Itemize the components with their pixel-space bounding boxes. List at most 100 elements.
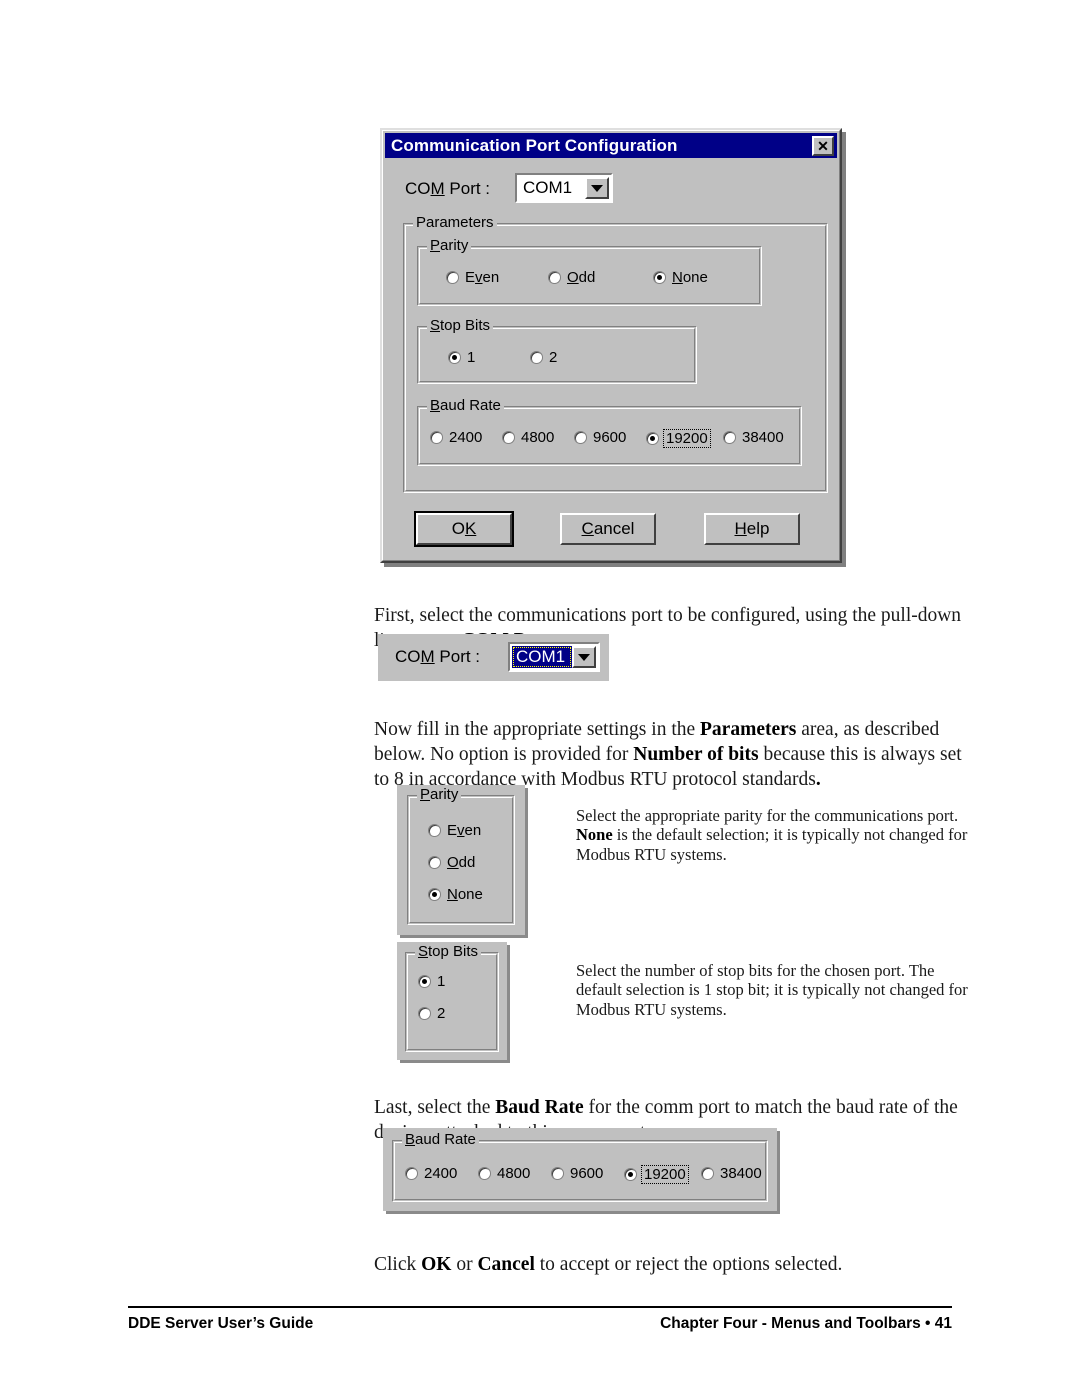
- radio-baud-19200[interactable]: 19200: [646, 429, 711, 448]
- radio-baud-4800[interactable]: 4800: [502, 429, 554, 446]
- cancel-button[interactable]: Cancel: [560, 513, 656, 545]
- radio-stopbits-1[interactable]: 1: [448, 349, 475, 366]
- radio-baud-38400-detail[interactable]: 38400: [701, 1165, 762, 1182]
- radio-parity-odd[interactable]: Odd: [548, 269, 595, 286]
- baud-rate-group-label: Baud Rate: [427, 397, 504, 414]
- radio-indicator: [430, 431, 443, 444]
- radio-parity-even[interactable]: Even: [446, 269, 499, 286]
- com-port-detail-label: COM Port :: [395, 647, 481, 666]
- radio-label: 2400: [449, 429, 483, 446]
- radio-stopbits-2-detail[interactable]: 2: [418, 1005, 445, 1022]
- radio-label: 19200: [641, 1165, 689, 1184]
- radio-indicator: [405, 1167, 418, 1180]
- parity-group: Parity Even Odd None: [417, 237, 762, 306]
- close-icon[interactable]: ✕: [812, 135, 834, 156]
- radio-baud-19200-detail[interactable]: 19200: [624, 1165, 689, 1184]
- radio-label: 1: [437, 973, 446, 990]
- stop-bits-description: Select the number of stop bits for the c…: [576, 960, 968, 1019]
- radio-label: 9600: [593, 429, 627, 446]
- radio-label: 38400: [742, 429, 784, 446]
- radio-indicator: [418, 1007, 431, 1020]
- radio-indicator: [428, 856, 441, 869]
- radio-label: 2400: [424, 1165, 458, 1182]
- com-port-detail-value: COM1: [512, 646, 572, 668]
- ok-button[interactable]: OK: [414, 511, 514, 547]
- radio-parity-odd-detail[interactable]: Odd: [428, 854, 475, 871]
- parity-detail-panel: Parity Even Odd None: [397, 785, 525, 935]
- parity-detail-group-label: Parity: [417, 786, 462, 803]
- footer-right-text: Chapter Four - Menus and Toolbars • 41: [660, 1315, 952, 1332]
- paragraph-click-ok-cancel: Click OK or Cancel to accept or reject t…: [374, 1253, 843, 1275]
- com-port-detail-combobox[interactable]: COM1: [508, 642, 600, 672]
- radio-indicator: [701, 1167, 714, 1180]
- com-port-combobox[interactable]: COM1: [515, 173, 613, 203]
- radio-baud-2400[interactable]: 2400: [430, 429, 482, 446]
- baud-rate-detail-panel: Baud Rate 2400 4800 9600 19200 38400: [383, 1128, 777, 1211]
- radio-parity-even-detail[interactable]: Even: [428, 822, 481, 839]
- parity-group-label: Parity: [427, 237, 472, 254]
- communication-port-configuration-dialog: Communication Port Configuration ✕ COM P…: [380, 128, 842, 563]
- parity-detail-group: Parity Even Odd None: [407, 786, 515, 925]
- baud-rate-detail-group: Baud Rate 2400 4800 9600 19200 38400: [392, 1131, 768, 1202]
- parity-description: Select the appropriate parity for the co…: [576, 805, 968, 864]
- radio-label: Odd: [567, 269, 596, 286]
- footer-divider: [128, 1306, 952, 1308]
- com-port-label: COM Port :: [405, 179, 491, 198]
- radio-indicator: [624, 1168, 637, 1181]
- help-button[interactable]: Help: [704, 513, 800, 545]
- parameters-group: Parameters Parity Even Odd None Stop Bit…: [403, 214, 828, 493]
- radio-label: 4800: [521, 429, 555, 446]
- radio-label: Even: [465, 269, 500, 286]
- radio-label: None: [672, 269, 708, 286]
- footer-left-text: DDE Server User’s Guide: [128, 1315, 314, 1332]
- com-port-detail-panel: COM Port : COM1: [378, 634, 609, 681]
- ok-button-label: OK: [451, 519, 477, 538]
- radio-label: 1: [467, 349, 476, 366]
- radio-indicator: [478, 1167, 491, 1180]
- radio-indicator: [548, 271, 561, 284]
- radio-label: Even: [447, 822, 482, 839]
- radio-label: 2: [437, 1005, 446, 1022]
- chevron-down-icon[interactable]: [585, 177, 609, 199]
- radio-baud-4800-detail[interactable]: 4800: [478, 1165, 530, 1182]
- radio-baud-2400-detail[interactable]: 2400: [405, 1165, 457, 1182]
- radio-indicator: [428, 824, 441, 837]
- radio-baud-9600[interactable]: 9600: [574, 429, 626, 446]
- radio-indicator: [446, 271, 459, 284]
- radio-baud-9600-detail[interactable]: 9600: [551, 1165, 603, 1182]
- radio-label: None: [447, 886, 483, 903]
- radio-indicator: [653, 271, 666, 284]
- stop-bits-group-label: Stop Bits: [427, 317, 494, 334]
- baud-rate-group: Baud Rate 2400 4800 9600 19200 38400: [417, 397, 802, 466]
- radio-indicator: [574, 431, 587, 444]
- dialog-titlebar[interactable]: Communication Port Configuration ✕: [385, 133, 837, 158]
- radio-label: 19200: [663, 429, 711, 448]
- dialog-inner-frame: Communication Port Configuration ✕ COM P…: [382, 130, 840, 561]
- radio-parity-none-detail[interactable]: None: [428, 886, 483, 903]
- radio-baud-38400[interactable]: 38400: [723, 429, 784, 446]
- radio-indicator: [428, 888, 441, 901]
- radio-indicator: [418, 975, 431, 988]
- com-port-value: COM1: [523, 178, 573, 197]
- stop-bits-detail-group-label: Stop Bits: [415, 943, 482, 960]
- baud-rate-detail-group-label: Baud Rate: [402, 1131, 479, 1148]
- radio-label: Odd: [447, 854, 476, 871]
- radio-stopbits-1-detail[interactable]: 1: [418, 973, 445, 990]
- radio-indicator: [448, 351, 461, 364]
- radio-indicator: [502, 431, 515, 444]
- radio-indicator: [723, 431, 736, 444]
- radio-indicator: [551, 1167, 564, 1180]
- cancel-button-label: Cancel: [581, 519, 635, 538]
- dialog-title: Communication Port Configuration: [391, 135, 678, 155]
- radio-stopbits-2[interactable]: 2: [530, 349, 557, 366]
- stop-bits-group: Stop Bits 1 2: [417, 317, 697, 384]
- radio-label: 2: [549, 349, 558, 366]
- stop-bits-detail-group: Stop Bits 1 2: [405, 943, 499, 1052]
- radio-parity-none[interactable]: None: [653, 269, 708, 286]
- radio-label: 9600: [570, 1165, 604, 1182]
- chevron-down-icon[interactable]: [572, 646, 596, 668]
- radio-indicator: [530, 351, 543, 364]
- radio-indicator: [646, 432, 659, 445]
- help-button-label: Help: [734, 519, 770, 538]
- stop-bits-detail-panel: Stop Bits 1 2: [397, 942, 507, 1060]
